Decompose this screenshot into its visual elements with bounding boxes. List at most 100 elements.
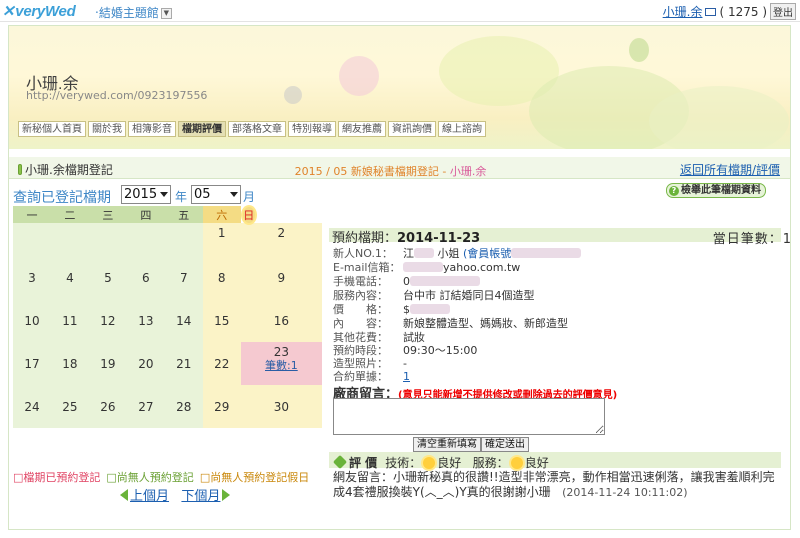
butterfly-icon: [284, 86, 302, 104]
arrow-right-icon[interactable]: [222, 489, 231, 501]
tab-report[interactable]: 特別報導: [288, 121, 336, 137]
calendar: 一 二 三 四 五 六 日 1 2 3 4 5 6 7 8 9 10 11 12…: [13, 206, 322, 428]
legend-booked: □檔期已預約登記: [13, 471, 101, 484]
butterfly-icon: [339, 56, 379, 96]
redacted-block: [410, 276, 480, 286]
weekday-header: 四: [126, 206, 165, 223]
month-pager: 上個月 下個月: [120, 485, 231, 504]
message-count[interactable]: ( 1275 ): [719, 5, 767, 19]
comment-timestamp: (2014-11-24 10:11:02): [562, 486, 688, 499]
blog-banner: 小珊.余 http://verywed.com/0923197556 新秘個人首…: [9, 26, 790, 149]
vendor-message-input[interactable]: [333, 398, 605, 435]
calendar-day: 9: [240, 256, 322, 299]
arrow-left-icon[interactable]: [120, 489, 128, 501]
legend-free-holiday: □尚無人預約登記假日: [199, 471, 310, 484]
rating-summary: 評 價技術： 良好 服務： 良好: [332, 454, 549, 471]
sun-icon: [510, 457, 523, 469]
blog-url[interactable]: http://verywed.com/0923197556: [26, 89, 207, 102]
tab-about[interactable]: 關於我: [88, 121, 126, 137]
site-logo[interactable]: ✕veryWed: [2, 2, 76, 20]
legend-free: □尚無人預約登記: [106, 471, 194, 484]
clear-button[interactable]: 清空重新填寫: [413, 437, 481, 452]
logout-button[interactable]: 登出: [770, 3, 796, 20]
calendar-day: 25: [50, 385, 89, 428]
calendar-day: [88, 223, 127, 256]
calendar-day: 16: [240, 299, 322, 342]
calendar-day: 20: [126, 342, 165, 385]
pencil-icon: [332, 454, 348, 470]
redacted-block: [414, 248, 434, 258]
sun-icon: [423, 457, 436, 469]
calendar-day: 5: [88, 256, 127, 299]
calendar-day: 8: [202, 256, 241, 299]
prev-month-link[interactable]: 上個月: [130, 489, 169, 504]
weekday-header: 六: [202, 206, 241, 223]
calendar-day: 13: [126, 299, 165, 342]
calendar-day: 11: [50, 299, 89, 342]
calendar-day: 1: [202, 223, 241, 256]
year-select[interactable]: 2015: [121, 185, 171, 204]
weekday-header: 三: [88, 206, 127, 223]
nav-tabs: 新秘個人首頁 關於我 相簿影音 檔期評價 部落格文章 特別報導 網友推薦 資訊詢…: [18, 121, 486, 137]
calendar-day: 28: [164, 385, 203, 428]
calendar-legend: □檔期已預約登記 □尚無人預約登記 □尚無人預約登記假日: [13, 469, 309, 485]
daily-count: 當日筆數：1: [712, 232, 792, 247]
booking-date-title: 預約檔期：2014-11-23: [332, 231, 481, 246]
tab-home[interactable]: 新秘個人首頁: [18, 121, 86, 137]
weekday-header: 日: [242, 207, 255, 223]
tab-recommend[interactable]: 網友推薦: [338, 121, 386, 137]
user-area: 小珊.余 ( 1275 ) 登出: [663, 3, 796, 20]
calendar-day: 7: [164, 256, 203, 299]
calendar-day: [13, 223, 51, 256]
mail-icon[interactable]: [705, 8, 717, 16]
calendar-day: 6: [126, 256, 165, 299]
submit-button[interactable]: 確定送出: [481, 437, 529, 452]
user-comment: 網友留言：小珊新秘真的很讚!!造型非常漂亮，動作相當迅速俐落，讓我害羞順利完成4…: [333, 470, 775, 499]
calendar-day-booked[interactable]: 23 筆數:1: [240, 342, 322, 385]
top-bar: ✕veryWed ‧結婚主題館 ▼ 小珊.余 ( 1275 ) 登出: [0, 0, 800, 22]
calendar-day: 12: [88, 299, 127, 342]
user-name-link[interactable]: 小珊.余: [663, 5, 703, 19]
calendar-day: 14: [164, 299, 203, 342]
calendar-day: 17: [13, 342, 51, 385]
calendar-day: 18: [50, 342, 89, 385]
calendar-day: 2: [240, 223, 322, 256]
theme-menu[interactable]: ‧結婚主題館 ▼: [95, 4, 172, 21]
tab-schedule[interactable]: 檔期評價: [178, 121, 226, 137]
booking-count-link[interactable]: 筆數:1: [265, 359, 298, 372]
calendar-day: [164, 223, 203, 256]
calendar-day: 29: [202, 385, 241, 428]
calendar-day: 4: [50, 256, 89, 299]
tab-consult[interactable]: 線上諮詢: [438, 121, 486, 137]
redacted-block: [511, 248, 582, 258]
calendar-day: 15: [202, 299, 241, 342]
banner-decoration: [649, 86, 789, 149]
weekday-header: 一: [13, 206, 51, 223]
month-unit: 月: [243, 190, 256, 204]
redacted-block: [403, 262, 443, 272]
query-label: 查詢已登記檔期: [13, 190, 111, 206]
report-button[interactable]: ? 檢舉此筆檔期資料: [666, 183, 766, 198]
weekday-header: 二: [50, 206, 89, 223]
page-caption: 2015 / 05 新娘秘書檔期登記 - 小珊.余: [294, 165, 487, 178]
tab-album[interactable]: 相簿影音: [128, 121, 176, 137]
next-month-link[interactable]: 下個月: [181, 489, 220, 504]
calendar-day: 3: [13, 256, 51, 299]
month-select[interactable]: 05: [191, 185, 241, 204]
butterfly-icon: [629, 38, 649, 62]
calendar-day: 22: [202, 342, 241, 385]
chevron-down-icon[interactable]: ▼: [160, 8, 172, 19]
tab-blog[interactable]: 部落格文章: [228, 121, 286, 137]
logo-x-icon: ✕: [2, 3, 15, 20]
chevron-down-icon: [230, 192, 238, 197]
calendar-day: 27: [126, 385, 165, 428]
redacted-block: [410, 304, 450, 314]
calendar-day: [126, 223, 165, 256]
calendar-day: 21: [164, 342, 203, 385]
weekday-header: 五: [164, 206, 203, 223]
contract-link[interactable]: 1: [403, 370, 410, 383]
calendar-day: 30: [240, 385, 322, 428]
tab-inquiry[interactable]: 資訊詢價: [388, 121, 436, 137]
calendar-day: 26: [88, 385, 127, 428]
calendar-day: 19: [88, 342, 127, 385]
